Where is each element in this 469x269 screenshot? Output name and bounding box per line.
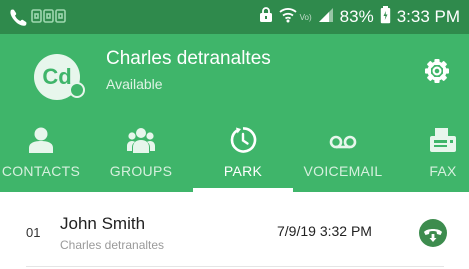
phone-icon [424, 229, 442, 242]
tab-park-label: PARK [223, 163, 263, 179]
settings-button[interactable] [420, 54, 454, 88]
tab-groups-label: GROUPS [109, 163, 173, 179]
status-bar: Vo) 83% 3:33 PM [0, 0, 469, 34]
user-name: Charles detranaltes [106, 48, 271, 69]
gear-icon [425, 59, 449, 83]
tab-fax-label: FAX [429, 163, 457, 179]
parked-by-name: Charles detranaltes [60, 238, 165, 252]
row-divider [26, 266, 444, 267]
user-status[interactable]: Available [106, 76, 163, 92]
clock-time: 3:33 PM [396, 7, 460, 26]
group-icon [127, 128, 155, 153]
tab-contacts-label: CONTACTS [1, 163, 81, 179]
signal-icon [318, 7, 334, 28]
unpark-call-button[interactable] [419, 219, 447, 247]
wifi-icon [279, 7, 297, 28]
volte-label: Vo) [299, 12, 312, 22]
battery-percent: 83% [339, 7, 374, 26]
tab-bar: CONTACTS GROUPS PARK VOICEMAIL FAX [0, 116, 469, 192]
tab-contacts[interactable]: CONTACTS [0, 116, 91, 192]
call-icon [10, 9, 27, 26]
tab-park[interactable]: PARK [193, 116, 293, 192]
battery-icon [380, 5, 391, 29]
fax-icon [430, 128, 456, 152]
status-left-icons [8, 6, 78, 28]
app-header: Cd Charles detranaltes Available [0, 34, 469, 116]
park-slot-number: 01 [26, 225, 41, 240]
tab-voicemail[interactable]: VOICEMAIL [293, 116, 393, 192]
status-right-icons: Vo) 83% 3:33 PM [259, 0, 460, 34]
tab-voicemail-label: VOICEMAIL [303, 163, 383, 179]
tab-fax[interactable]: FAX [393, 116, 469, 192]
parked-call-row[interactable]: 01 John Smith Charles detranaltes 7/9/19… [0, 192, 469, 269]
person-icon [29, 127, 53, 153]
sim-icon [31, 9, 66, 23]
voicemail-icon [329, 135, 357, 149]
parked-time: 7/9/19 3:32 PM [277, 223, 372, 239]
presence-indicator [69, 82, 85, 98]
tab-groups[interactable]: GROUPS [91, 116, 191, 192]
caller-name: John Smith [60, 214, 146, 233]
lock-icon [259, 6, 273, 28]
park-icon [230, 127, 257, 153]
